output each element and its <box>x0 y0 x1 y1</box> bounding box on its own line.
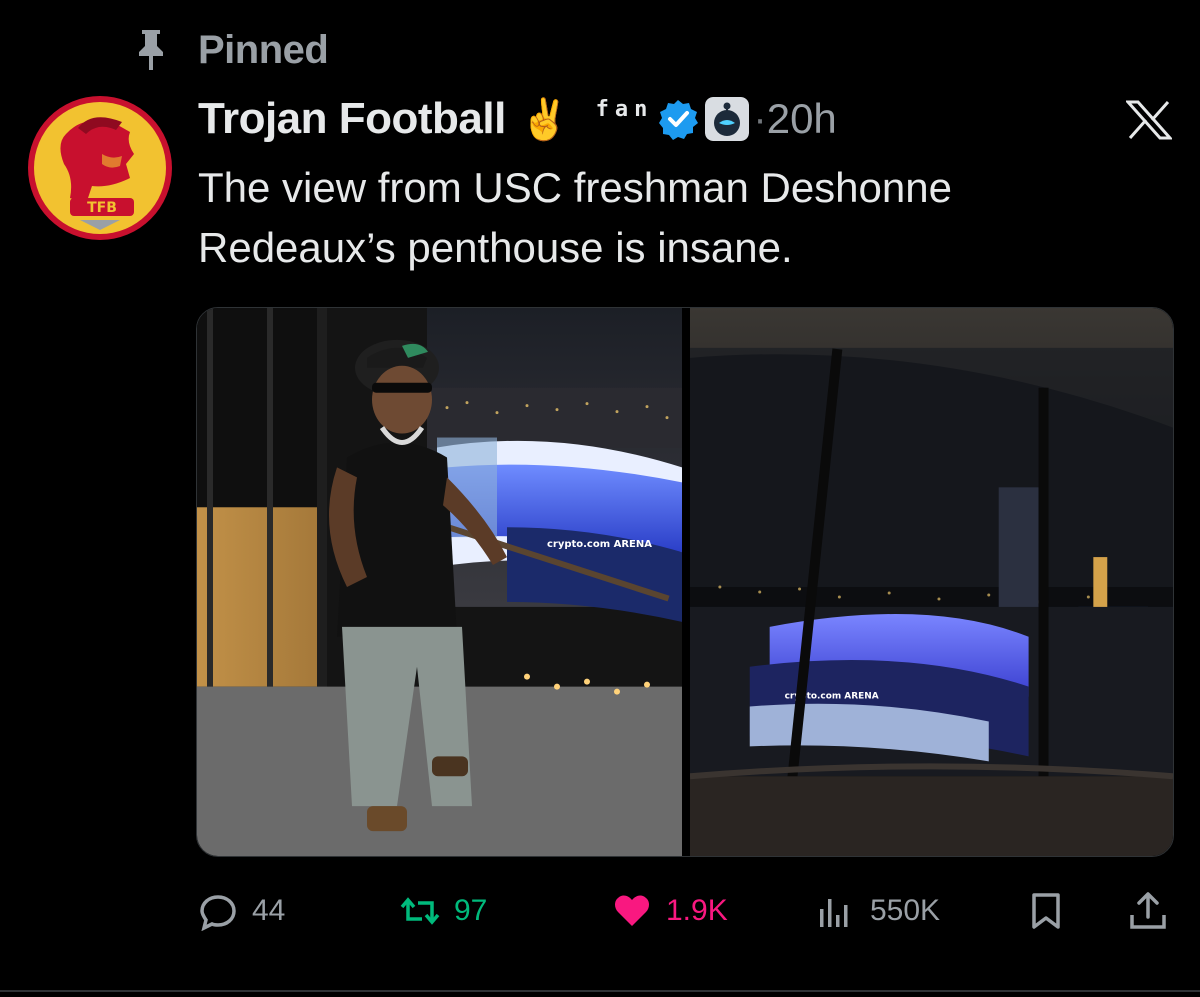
pinned-indicator: Pinned <box>136 26 329 74</box>
x-logo-icon <box>1126 100 1172 140</box>
fan-tag: fan <box>595 96 654 122</box>
arena-night-view-photo: crypto.com ARENA <box>690 308 1173 856</box>
media-image-right[interactable]: crypto.com ARENA <box>690 308 1173 856</box>
author-display-name[interactable]: Trojan Football <box>198 94 506 144</box>
reply-icon <box>200 895 236 931</box>
repost-icon <box>400 897 440 925</box>
reply-count: 44 <box>252 894 286 927</box>
affiliate-badge-icon[interactable] <box>705 97 750 141</box>
like-count: 1.9K <box>666 894 728 927</box>
avatar[interactable]: TFB <box>26 94 174 242</box>
share-icon <box>1130 892 1166 929</box>
reply-button[interactable]: 44 <box>198 880 285 942</box>
media-grid[interactable]: crypto.com ARENA crypto.com ARENA <box>196 307 1174 857</box>
divider <box>0 990 1200 992</box>
avatar-text: TFB <box>87 200 117 216</box>
media-divider <box>682 308 690 856</box>
bookmark-button[interactable] <box>1026 880 1066 942</box>
repost-button[interactable]: 97 <box>400 880 487 942</box>
media-image-left[interactable]: crypto.com ARENA <box>197 308 682 856</box>
svg-text:crypto.com ARENA: crypto.com ARENA <box>547 539 652 550</box>
verified-badge-icon[interactable] <box>657 98 699 140</box>
heart-icon <box>615 895 649 926</box>
views-button[interactable]: 550K <box>816 880 940 942</box>
pinned-label: Pinned <box>198 27 329 72</box>
views-count: 550K <box>870 894 941 927</box>
bookmark-icon <box>1032 893 1060 929</box>
separator-dot: · <box>753 96 767 141</box>
repost-count: 97 <box>454 894 488 927</box>
penthouse-balcony-photo: crypto.com ARENA <box>197 308 682 856</box>
tweet-header: Trojan Football ✌️ fan · 20h <box>198 88 837 150</box>
like-button[interactable]: 1.9K <box>612 880 728 942</box>
views-icon <box>820 899 848 927</box>
timestamp[interactable]: 20h <box>767 95 837 143</box>
share-button[interactable] <box>1128 880 1168 942</box>
tweet-actions: 44 97 1.9K 550K <box>0 880 1200 942</box>
tweet-text: The view from USC freshman Deshonne Rede… <box>198 164 952 271</box>
pin-icon <box>139 30 163 70</box>
peace-emoji: ✌️ <box>519 97 570 142</box>
